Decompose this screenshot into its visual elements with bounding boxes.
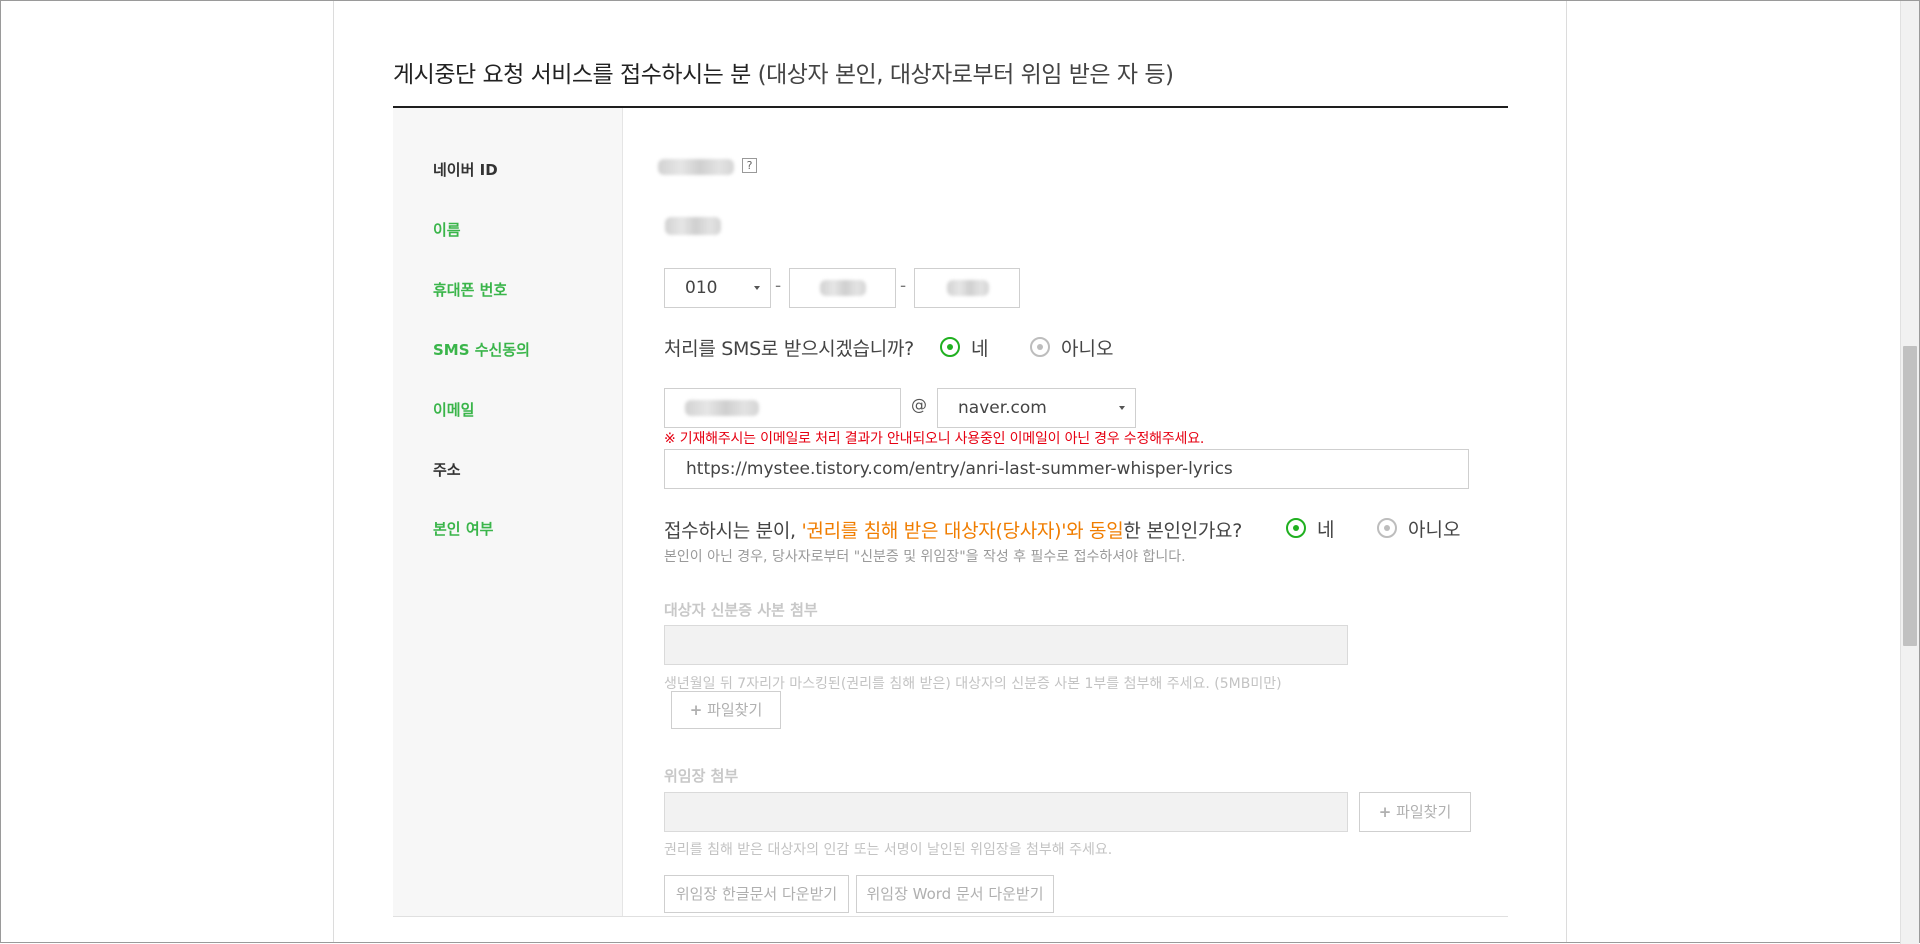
- download-word-button[interactable]: 위임장 Word 문서 다운받기: [856, 875, 1054, 913]
- identity-no-label[interactable]: 아니오: [1408, 515, 1460, 542]
- sms-yes-label[interactable]: 네: [971, 334, 988, 361]
- identity-no-radio[interactable]: [1377, 518, 1397, 538]
- email-domain-select[interactable]: naver.com: [937, 388, 1136, 428]
- proxy-file-field[interactable]: [664, 792, 1348, 832]
- download-hwp-button[interactable]: 위임장 한글문서 다운받기: [664, 875, 849, 913]
- sms-yes-radio[interactable]: [940, 337, 960, 357]
- label-identity: 본인 여부: [433, 520, 494, 538]
- plus-icon: +: [689, 701, 703, 719]
- scrollbar[interactable]: [1900, 1, 1919, 944]
- sms-question: 처리를 SMS로 받으시겠습니까?: [664, 338, 914, 360]
- phone-dash: -: [775, 276, 782, 296]
- section-title: 게시중단 요청 서비스를 접수하시는 분 (대상자 본인, 대상자로부터 위임 …: [393, 62, 1174, 88]
- chevron-down-icon: [1119, 406, 1125, 410]
- identity-help: 본인이 아닌 경우, 당사자로부터 "신분증 및 위임장"을 작성 후 필수로 …: [664, 549, 1186, 565]
- label-sms: SMS 수신동의: [433, 341, 530, 359]
- sms-no-radio[interactable]: [1030, 337, 1050, 357]
- name-masked: [665, 217, 721, 235]
- label-name: 이름: [433, 221, 461, 239]
- identity-yes-label[interactable]: 네: [1317, 515, 1334, 542]
- identity-question: 접수하시는 분이, '권리를 침해 받은 대상자(당사자)'와 동일한 본인인가…: [664, 520, 1243, 542]
- id-copy-file-field[interactable]: [664, 625, 1348, 665]
- sms-no-label[interactable]: 아니오: [1061, 334, 1113, 361]
- email-id-masked: [685, 400, 759, 416]
- label-phone: 휴대폰 번호: [433, 281, 508, 299]
- phone-middle-input[interactable]: [789, 268, 896, 308]
- email-notice: ※ 기재해주시는 이메일로 처리 결과가 안내되오니 사용중인 이메일이 아닌 …: [664, 431, 1205, 447]
- identity-yes-radio[interactable]: [1286, 518, 1306, 538]
- proxy-help: 권리를 침해 받은 대상자의 인감 또는 서명이 날인된 위임장을 첨부해 주세…: [664, 842, 1113, 858]
- bottom-divider: [393, 916, 1508, 917]
- plus-icon: +: [1378, 803, 1392, 821]
- phone-dash-2: -: [900, 276, 907, 296]
- id-copy-help: 생년월일 뒤 7자리가 마스킹된(권리를 침해 받은) 대상자의 신분증 사본 …: [664, 676, 1282, 692]
- page-gutter-left: [333, 1, 334, 942]
- email-at-sign: @: [911, 395, 927, 414]
- label-address: 주소: [433, 461, 461, 479]
- naver-id-masked: [658, 159, 734, 175]
- email-domain-value: naver.com: [958, 398, 1047, 418]
- proxy-find-file-button[interactable]: + 파일찾기: [1359, 792, 1471, 832]
- chevron-down-icon: [754, 286, 760, 290]
- label-column: [393, 108, 623, 916]
- address-value: https://mystee.tistory.com/entry/anri-la…: [686, 459, 1233, 479]
- phone-prefix-value: 010: [685, 278, 718, 298]
- address-input[interactable]: https://mystee.tistory.com/entry/anri-la…: [664, 449, 1469, 489]
- label-email: 이메일: [433, 401, 475, 419]
- proxy-label: 위임장 첨부: [664, 767, 739, 785]
- phone-last-input[interactable]: [914, 268, 1020, 308]
- scrollbar-thumb[interactable]: [1903, 346, 1917, 646]
- id-copy-label: 대상자 신분증 사본 첨부: [664, 601, 818, 619]
- phone-middle-masked: [820, 280, 866, 296]
- email-id-input[interactable]: [664, 388, 901, 428]
- label-naver-id: 네이버 ID: [433, 161, 498, 179]
- help-icon[interactable]: ?: [742, 158, 757, 173]
- phone-last-masked: [947, 280, 989, 296]
- page-gutter-right: [1566, 1, 1567, 942]
- id-copy-find-file-button[interactable]: + 파일찾기: [671, 691, 781, 729]
- phone-prefix-select[interactable]: 010: [664, 268, 771, 308]
